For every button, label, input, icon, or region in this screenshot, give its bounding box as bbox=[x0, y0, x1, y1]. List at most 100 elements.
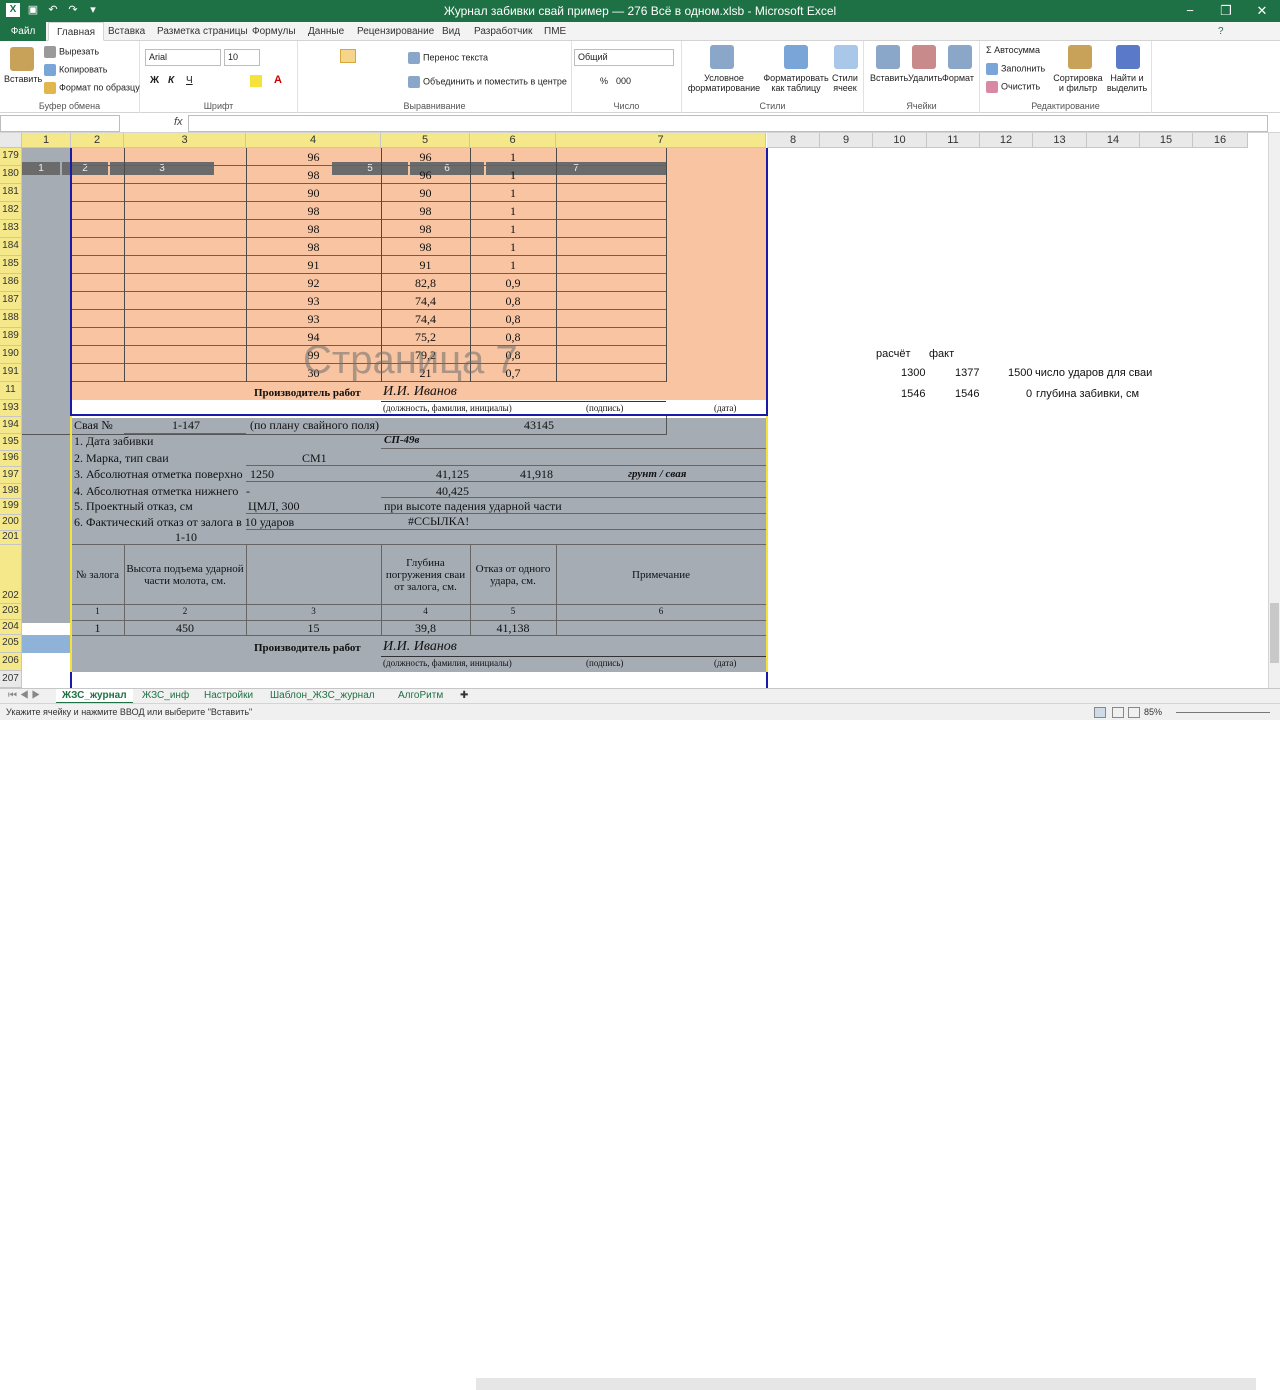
table-row-cell[interactable]: 15 bbox=[246, 621, 381, 636]
row-header[interactable]: 185 bbox=[0, 256, 22, 274]
column-header[interactable]: 9 bbox=[820, 133, 873, 148]
data-cell[interactable]: 1 bbox=[470, 258, 556, 273]
table-row-cell[interactable]: 41,138 bbox=[470, 621, 556, 636]
delete-cells-button[interactable]: Удалить bbox=[908, 73, 942, 83]
select-all-corner[interactable] bbox=[0, 133, 22, 148]
row-header[interactable]: 207 bbox=[0, 671, 22, 688]
data-cell[interactable]: 98 bbox=[246, 240, 381, 255]
row-header[interactable]: 197 bbox=[0, 467, 22, 484]
data-cell[interactable]: 93 bbox=[246, 312, 381, 327]
data-cell[interactable]: 1 bbox=[470, 240, 556, 255]
data-cell[interactable]: 96 bbox=[381, 150, 470, 165]
sheet-tab[interactable]: ЖЗС_журнал bbox=[56, 689, 133, 704]
tab-home[interactable]: Главная bbox=[48, 22, 105, 41]
maximize-button[interactable]: ❐ bbox=[1208, 0, 1244, 22]
italic-button[interactable]: К bbox=[168, 75, 174, 86]
row-header[interactable]: 188 bbox=[0, 310, 22, 328]
column-header[interactable]: 10 bbox=[873, 133, 927, 148]
column-header[interactable]: 12 bbox=[980, 133, 1033, 148]
conditional-format-button[interactable]: Условное форматирование bbox=[684, 73, 764, 93]
insert-cells-icon[interactable] bbox=[876, 45, 900, 69]
column-header[interactable]: 6 bbox=[470, 133, 556, 148]
sheet-tab[interactable]: АлгоРитм bbox=[392, 689, 449, 704]
conditional-format-icon[interactable] bbox=[710, 45, 734, 69]
format-cells-button[interactable]: Формат bbox=[942, 73, 974, 83]
column-header[interactable]: 3 bbox=[124, 133, 246, 148]
data-cell[interactable]: 0,8 bbox=[470, 312, 556, 327]
find-select-button[interactable]: Найти и выделить bbox=[1104, 73, 1150, 93]
paste-button[interactable]: Вставить bbox=[4, 74, 42, 84]
column-header[interactable]: 14 bbox=[1087, 133, 1140, 148]
data-cell[interactable]: 1 bbox=[470, 186, 556, 201]
delete-cells-icon[interactable] bbox=[912, 45, 936, 69]
data-cell[interactable]: 96 bbox=[246, 150, 381, 165]
row-header[interactable]: 198 bbox=[0, 484, 22, 499]
row-header[interactable]: 193 bbox=[0, 400, 22, 417]
column-header[interactable]: 16 bbox=[1193, 133, 1248, 148]
find-select-icon[interactable] bbox=[1116, 45, 1140, 69]
data-cell[interactable]: 91 bbox=[246, 258, 381, 273]
data-cell[interactable]: 90 bbox=[381, 186, 470, 201]
data-cell[interactable]: 98 bbox=[246, 222, 381, 237]
fill-button[interactable]: Заполнить bbox=[986, 63, 1045, 75]
insert-cells-button[interactable]: Вставить bbox=[870, 73, 908, 83]
copy-button[interactable]: Копировать bbox=[44, 64, 107, 76]
data-cell[interactable]: 98 bbox=[381, 204, 470, 219]
table-row-cell[interactable]: 450 bbox=[124, 621, 246, 636]
row-header[interactable]: 183 bbox=[0, 220, 22, 238]
row-header[interactable]: 206 bbox=[0, 653, 22, 671]
fill-color-icon[interactable] bbox=[250, 75, 262, 87]
row-header[interactable]: 200 bbox=[0, 515, 22, 531]
tab-page-layout[interactable]: Разметка страницы bbox=[149, 22, 256, 41]
column-header[interactable]: 7 bbox=[556, 133, 766, 148]
font-color-icon[interactable]: A bbox=[274, 74, 282, 86]
row-header[interactable]: 179 bbox=[0, 148, 22, 166]
paste-icon[interactable] bbox=[10, 47, 34, 71]
row-header[interactable]: 194 bbox=[0, 417, 22, 434]
data-cell[interactable]: 74,4 bbox=[381, 294, 470, 309]
data-cell[interactable]: 92 bbox=[246, 276, 381, 291]
data-cell[interactable]: 98 bbox=[246, 204, 381, 219]
row-header[interactable]: 182 bbox=[0, 202, 22, 220]
tab-review[interactable]: Рецензирование bbox=[349, 22, 442, 41]
row-header[interactable]: 184 bbox=[0, 238, 22, 256]
zoom-slider[interactable] bbox=[1176, 712, 1270, 713]
row-header[interactable]: 196 bbox=[0, 451, 22, 467]
tab-insert[interactable]: Вставка bbox=[100, 22, 153, 41]
row-header[interactable]: 189 bbox=[0, 328, 22, 346]
data-cell[interactable]: 1 bbox=[470, 222, 556, 237]
column-header[interactable]: 4 bbox=[246, 133, 381, 148]
wrap-text-button[interactable]: Перенос текста bbox=[408, 52, 488, 64]
column-header[interactable]: 2 bbox=[71, 133, 124, 148]
tab-data[interactable]: Данные bbox=[300, 22, 352, 41]
data-cell[interactable]: 90 bbox=[246, 186, 381, 201]
worksheet-grid[interactable]: 1 2 3 4 5 6 7 8 9 10 11 12 13 14 15 16 179 180 181 182 183 1… bbox=[0, 133, 1268, 688]
tab-developer[interactable]: Разработчик bbox=[466, 22, 540, 41]
row-header[interactable]: 203 bbox=[0, 604, 22, 620]
row-header[interactable]: 204 bbox=[0, 620, 22, 635]
row-header[interactable]: 202 bbox=[0, 545, 22, 604]
zoom-level[interactable]: 85% bbox=[1144, 707, 1162, 717]
format-cells-icon[interactable] bbox=[948, 45, 972, 69]
row-header[interactable]: 201 bbox=[0, 531, 22, 545]
tab-file[interactable]: Файл bbox=[0, 22, 46, 41]
sheet-tab[interactable]: Настройки bbox=[198, 689, 259, 704]
data-cell[interactable]: 98 bbox=[381, 240, 470, 255]
tab-formulas[interactable]: Формулы bbox=[244, 22, 304, 41]
sheet-tab[interactable]: Шаблон_ЖЗС_журнал bbox=[264, 689, 381, 704]
font-size-select[interactable]: 10 bbox=[224, 49, 260, 66]
name-box[interactable] bbox=[0, 115, 120, 132]
column-header[interactable]: 1 bbox=[22, 133, 71, 148]
data-cell[interactable]: 74,4 bbox=[381, 312, 470, 327]
font-family-select[interactable]: Arial bbox=[145, 49, 221, 66]
cut-button[interactable]: Вырезать bbox=[44, 46, 99, 58]
autosum-button[interactable]: Σ Автосумма bbox=[986, 45, 1040, 55]
table-row-cell[interactable]: 1 bbox=[71, 621, 124, 636]
row-header[interactable]: 187 bbox=[0, 292, 22, 310]
horizontal-scrollbar[interactable] bbox=[476, 1378, 1256, 1390]
tab-pme[interactable]: ПМЕ bbox=[536, 22, 574, 41]
data-cell[interactable]: 1 bbox=[470, 168, 556, 183]
vertical-scrollbar[interactable] bbox=[1268, 133, 1280, 688]
format-table-icon[interactable] bbox=[784, 45, 808, 69]
merge-center-button[interactable]: Объединить и поместить в центре bbox=[408, 76, 567, 88]
